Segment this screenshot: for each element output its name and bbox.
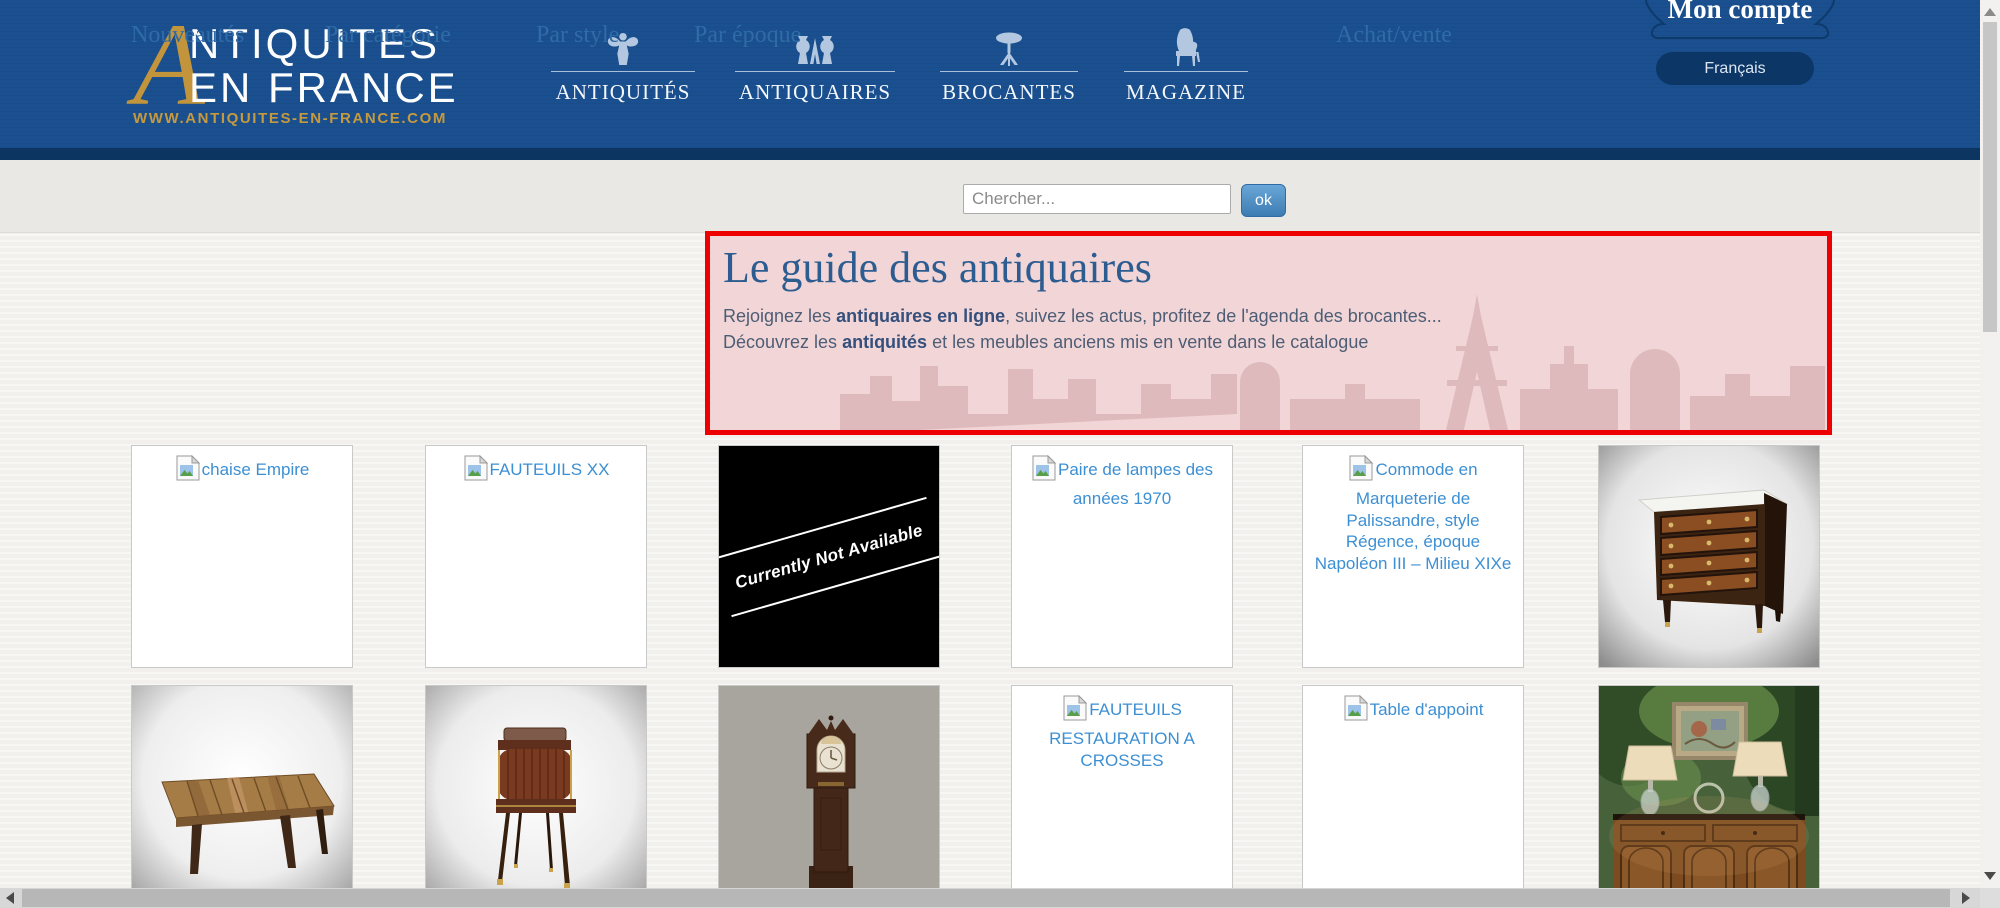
subnav-par-categorie[interactable]: Par catégorie [325,22,451,49]
product-alt-text: chaise Empire [202,460,310,479]
vertical-scrollbar[interactable] [1980,0,2000,888]
scroll-right-arrow[interactable] [1962,892,1970,904]
product-card-bureau-photo[interactable] [425,685,647,908]
farm-table-photo [132,686,352,907]
product-card-paire-de-lampes[interactable]: Paire de lampes des années 1970 [1011,445,1233,668]
broken-image-icon [463,454,489,488]
nav-item-brocantes[interactable]: BROCANTES [940,28,1078,105]
not-available-band: Currently Not Available [718,496,940,616]
product-alt-text: Paire de lampes des années 1970 [1058,460,1213,508]
search-ok-button[interactable]: ok [1241,184,1286,217]
nav-label: ANTIQUITÉS [551,80,695,105]
broken-image-icon [1343,694,1369,728]
product-card-sideboard-photo[interactable] [1598,685,1820,908]
product-card-clock-photo[interactable] [718,685,940,908]
banner-line1: Rejoignez les antiquaires en ligne, suiv… [723,303,1827,355]
broken-image-icon [175,454,201,488]
product-card-unavailable[interactable]: Currently Not Available [718,445,940,668]
commode-photo [1599,446,1819,667]
product-card-table-appoint[interactable]: Table d'appoint [1302,685,1524,908]
sideboard-photo [1599,686,1819,907]
account-label: Mon compte [1668,0,1813,24]
product-alt-text: Commode en Marqueterie de Palissandre, s… [1315,460,1512,573]
broken-image-icon [1348,454,1374,488]
product-card-table-photo[interactable] [131,685,353,908]
browser-viewport: A NTIQUITES EN FRANCE WWW.ANTIQUITES-EN-… [0,0,2000,908]
horizontal-scroll-thumb[interactable] [22,889,1950,907]
nav-label: BROCANTES [940,80,1078,105]
nav-label: ANTIQUAIRES [735,80,895,105]
horizontal-scrollbar[interactable] [0,888,1980,908]
banner-line2: Découvrez les [723,332,842,352]
grandfather-clock-photo [719,686,939,907]
broken-image-icon [1031,454,1057,488]
product-alt-text: FAUTEUILS XX [490,460,610,479]
nav-underline [940,71,1078,72]
nav-underline [551,71,695,72]
my-account-link[interactable]: Mon compte [1640,0,1840,46]
product-alt-text: Table d'appoint [1370,700,1484,719]
guide-banner[interactable]: Le guide des antiquaires Rejoignez les a… [705,231,1832,435]
search-input[interactable] [963,184,1231,214]
nav-underline [1124,71,1248,72]
nav-label: MAGAZINE [1124,80,1248,105]
scroll-up-arrow[interactable] [1984,8,1996,16]
scroll-left-arrow[interactable] [6,892,14,904]
language-button[interactable]: Français [1656,52,1814,85]
armchair-icon [1124,28,1248,68]
subnav-achat-vente[interactable]: Achat/vente [1336,22,1452,49]
scrollbar-corner [1980,888,2000,908]
vertical-scroll-thumb[interactable] [1983,22,1997,332]
product-card-commode-marqueterie[interactable]: Commode en Marqueterie de Palissandre, s… [1302,445,1524,668]
banner-title: Le guide des antiquaires [723,242,1827,293]
pedestal-table-icon [940,28,1078,68]
logo-url: WWW.ANTIQUITES-EN-FRANCE.COM [133,110,447,127]
roll-top-desk-photo [426,686,646,907]
product-card-commode-photo[interactable] [1598,445,1820,668]
broken-image-icon [1062,694,1088,728]
logo-line2: EN FRANCE [189,66,459,110]
subnav-par-style[interactable]: Par style [536,22,619,49]
product-card-chaise-empire[interactable]: chaise Empire [131,445,353,668]
subnav-par-epoque[interactable]: Par époque [694,22,801,49]
nav-item-magazine[interactable]: MAGAZINE [1124,28,1248,105]
subnav-nouveautes[interactable]: Nouveautés [131,22,244,49]
scroll-down-arrow[interactable] [1984,872,1996,880]
header-bottom-strip [0,148,2000,160]
nav-underline [735,71,895,72]
product-card-fauteuils-restauration[interactable]: FAUTEUILS RESTAURATION A CROSSES [1011,685,1233,908]
product-card-fauteuils-xx[interactable]: FAUTEUILS XX [425,445,647,668]
